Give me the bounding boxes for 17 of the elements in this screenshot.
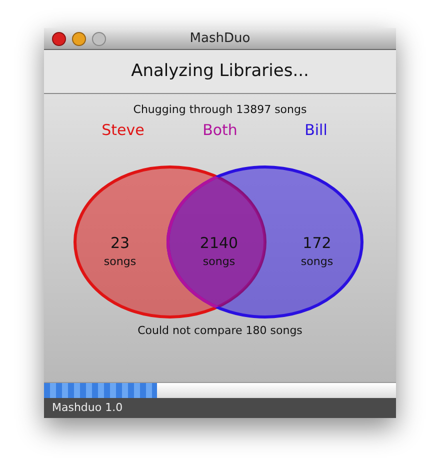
- set-label: Bill: [304, 120, 328, 138]
- minimize-button[interactable]: [72, 32, 86, 46]
- status-text: Could not compare 180 songs: [138, 322, 302, 338]
- status-text: Chugging through 13897 songs: [133, 102, 307, 118]
- set-label: Both: [202, 120, 238, 138]
- heading: Analyzing Libraries...: [131, 60, 309, 83]
- count-unit: songs: [300, 254, 334, 268]
- count-unit: songs: [202, 254, 236, 268]
- song-count: 23: [110, 234, 130, 252]
- count-unit: songs: [104, 254, 136, 268]
- song-count: 172: [302, 234, 332, 252]
- zoom-button[interactable]: [92, 32, 106, 46]
- status-bar-text: Mashduo 1.0: [52, 400, 123, 416]
- set-label: Steve: [102, 120, 144, 138]
- window-title: MashDuo: [190, 30, 250, 48]
- song-count: 2140: [200, 234, 238, 252]
- close-button[interactable]: [52, 32, 66, 46]
